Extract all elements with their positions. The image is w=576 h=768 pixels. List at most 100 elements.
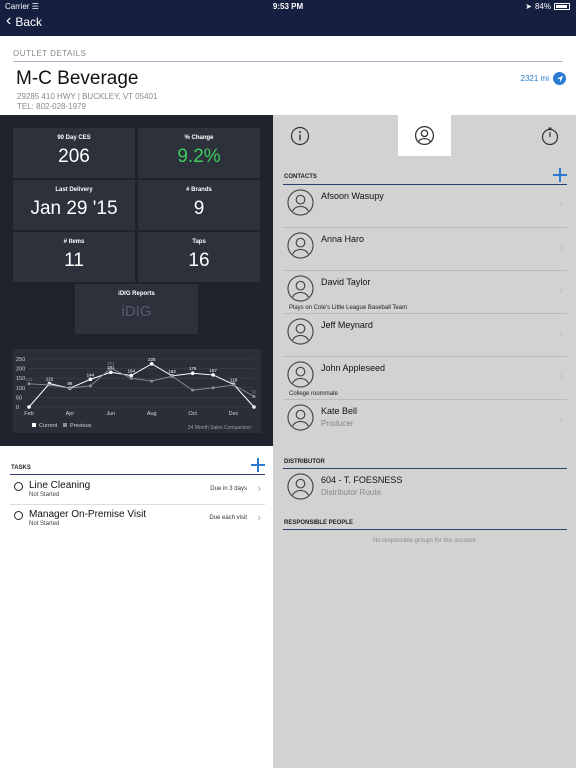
data-point <box>27 405 31 409</box>
add-contact-button[interactable] <box>553 168 567 182</box>
data-point <box>232 383 236 387</box>
tab-activity[interactable] <box>523 115 576 156</box>
legend-label-current: Current <box>39 423 58 429</box>
avatar-icon <box>287 232 314 259</box>
location-arrow-icon: ➤ <box>525 2 532 11</box>
y-tick-label: 250 <box>16 357 25 363</box>
data-point <box>129 376 133 380</box>
outlet-phone[interactable]: TEL: 802-028-1979 <box>17 102 86 111</box>
data-label: 164 <box>128 369 136 374</box>
chevron-right-icon: › <box>559 371 563 383</box>
task-due: Due in 3 days <box>210 486 247 492</box>
contact-name: John Appleseed <box>321 363 386 373</box>
responsible-title: RESPONSIBLE PEOPLE <box>284 520 354 526</box>
stat-value: 9 <box>193 198 205 219</box>
stat-tile-brands: # Brands 9 <box>138 180 260 230</box>
task-name: Manager On-Premise Visit <box>29 509 147 520</box>
outlet-section-label: OUTLET DETAILS <box>13 49 87 58</box>
x-tick-label: Apr <box>66 411 75 417</box>
navigate-icon <box>553 72 566 85</box>
task-name: Line Cleaning <box>29 480 91 491</box>
status-right: ➤ 84% <box>525 2 570 11</box>
data-point <box>27 382 31 386</box>
stat-label: Last Delivery <box>55 187 93 193</box>
clock: 9:53 PM <box>272 2 304 11</box>
y-tick-label: 150 <box>16 376 25 382</box>
tasks-title: TASKS <box>11 465 31 471</box>
back-button[interactable]: ‹ Back <box>6 13 42 30</box>
data-point <box>149 362 154 366</box>
sales-chart-svg: 250 200 150 100 50 0 Feb Apr Jun Aug Oct Dec 122 98 14… <box>16 357 257 431</box>
contact-name: Afsoon Wasupy <box>321 191 384 201</box>
data-point <box>252 405 256 409</box>
contact-row[interactable]: David Taylor Plays on Cole's Little Leag… <box>283 271 567 313</box>
contact-row[interactable]: Afsoon Wasupy › <box>283 185 567 227</box>
divider <box>283 529 567 530</box>
stat-tile-items: # Items 11 <box>13 232 135 282</box>
distance-label: 2321 mi <box>520 74 549 83</box>
stat-label: % Change <box>184 135 214 141</box>
idig-reports-button[interactable]: iDIG Reports iDIG <box>75 284 198 334</box>
series-line-current <box>28 363 255 408</box>
chart-caption: 24 Month Sales Comparison <box>188 425 251 431</box>
chevron-right-icon: › <box>559 328 563 340</box>
y-tick-label: 50 <box>16 395 22 401</box>
stat-value: Jan 29 '15 <box>30 198 118 219</box>
task-status-circle-icon[interactable] <box>14 511 23 520</box>
data-point <box>109 370 113 375</box>
legend-label-previous: Previous <box>70 423 92 429</box>
contact-name: David Taylor <box>321 277 371 287</box>
add-task-button[interactable] <box>251 458 265 472</box>
task-status: Not Started <box>29 521 60 527</box>
data-point <box>150 379 154 383</box>
stat-tile-ces: 90 Day CES 206 <box>13 128 135 178</box>
x-tick-label: Dec <box>229 411 239 417</box>
contact-row[interactable]: Kate Bell Producer › <box>283 400 567 442</box>
task-status-circle-icon[interactable] <box>14 482 23 491</box>
contact-row[interactable]: Jeff Meynard › <box>283 314 567 356</box>
task-row[interactable]: Manager On-Premise Visit Not Started Due… <box>10 505 265 533</box>
chevron-right-icon: › <box>559 242 563 254</box>
battery-icon <box>554 3 570 10</box>
tab-info[interactable] <box>273 115 326 156</box>
legend-swatch-current <box>32 423 36 427</box>
contacts-icon <box>414 125 435 146</box>
chevron-right-icon: › <box>257 483 261 495</box>
contact-note: College roommate <box>289 391 339 397</box>
y-tick-label: 0 <box>16 405 19 411</box>
tab-contacts[interactable] <box>398 115 451 156</box>
stat-label: 90 Day CES <box>57 135 91 141</box>
data-label: 202 <box>107 361 115 366</box>
stat-tile-taps: Taps 16 <box>138 232 260 282</box>
data-point <box>170 374 174 378</box>
data-label: 121 <box>25 377 33 382</box>
avatar-icon <box>287 473 314 500</box>
divider <box>13 61 563 62</box>
distributor-name: 604 - T. FOESNESS <box>321 475 403 485</box>
contact-row[interactable]: John Appleseed College roommate › <box>283 357 567 399</box>
distributor-row[interactable]: 604 - T. FOESNESS Distributor Route <box>283 469 567 511</box>
contact-name: Kate Bell <box>321 406 358 416</box>
data-point <box>191 388 195 392</box>
navigation-bar: Carrier ☰ 9:53 PM ➤ 84% ‹ Back <box>0 0 576 36</box>
contact-row[interactable]: Anna Haro › <box>283 228 567 270</box>
outlet-address: 29285 410 HWY | BUCKLEY, VT 05401 <box>17 92 158 101</box>
data-label: 55 <box>251 389 257 394</box>
chevron-right-icon: › <box>559 285 563 297</box>
outlet-name: M-C Beverage <box>16 68 139 89</box>
stat-tile-change: % Change 9.2% <box>138 128 260 178</box>
data-label: 176 <box>189 366 197 371</box>
data-label: 122 <box>46 377 54 382</box>
task-status: Not Started <box>29 492 60 498</box>
data-point <box>109 366 113 370</box>
data-point <box>68 386 72 390</box>
stat-value: 11 <box>64 250 84 271</box>
contact-name: Anna Haro <box>321 234 365 244</box>
distributor-title: DISTRIBUTOR <box>284 459 325 465</box>
idig-label: iDIG Reports <box>118 291 155 297</box>
info-icon <box>290 126 309 145</box>
directions-button[interactable]: 2321 mi <box>521 72 566 85</box>
detail-panel: CONTACTS Afsoon Wasupy › Anna Haro › Dav… <box>273 115 576 768</box>
contact-note: Plays on Cole's Little League Baseball T… <box>289 305 408 311</box>
task-row[interactable]: Line Cleaning Not Started Due in 3 days … <box>10 476 265 504</box>
